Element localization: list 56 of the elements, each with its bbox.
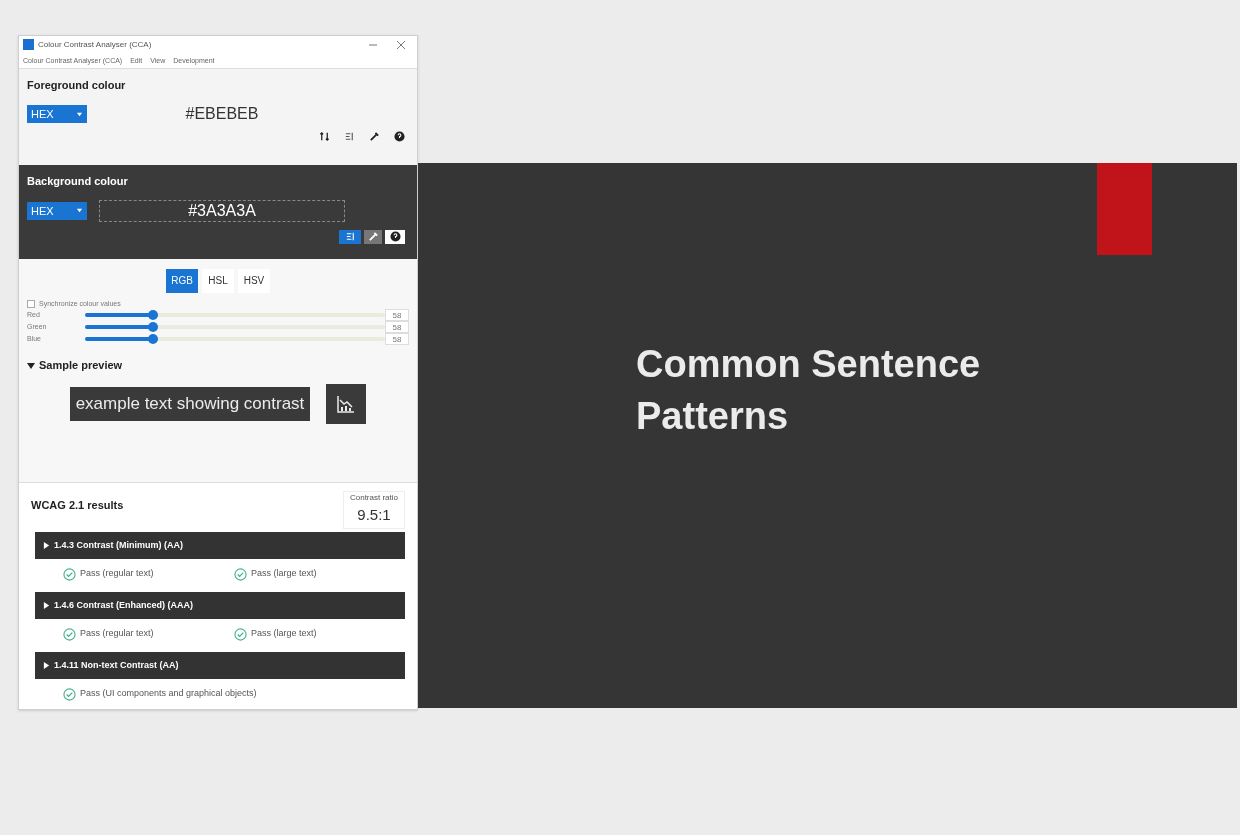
slider-track[interactable] <box>85 325 385 330</box>
slide-title: Common Sentence Patterns <box>636 342 982 439</box>
criterion-title: 1.4.6 Contrast (Enhanced) (AAA) <box>54 598 194 612</box>
result-label: Pass (regular text) <box>80 567 154 581</box>
sample-text: example text showing contrast <box>69 386 311 421</box>
chart-button[interactable] <box>326 383 367 424</box>
sliders-button[interactable] <box>339 229 361 244</box>
result-label: Pass (regular text) <box>80 627 154 641</box>
slider-thumb[interactable] <box>148 310 159 321</box>
eyedropper-button[interactable] <box>364 229 382 244</box>
number-field[interactable]: 58 <box>385 321 409 334</box>
ratio-label: Contrast ratio <box>349 491 398 504</box>
criterion-title: 1.4.3 Contrast (Minimum) (AA) <box>54 538 183 552</box>
slider-thumb[interactable] <box>148 322 159 333</box>
section-title: Background colour <box>27 174 129 190</box>
help-icon[interactable] <box>394 131 405 143</box>
slider-track[interactable] <box>85 313 385 318</box>
criterion-title: 1.4.11 Non-text Contrast (AA) <box>54 658 179 672</box>
caret-icon <box>76 207 83 215</box>
tab[interactable]: HSL <box>202 268 234 293</box>
sliders-icon[interactable] <box>344 131 355 143</box>
section-title: WCAG 2.1 results <box>31 497 124 513</box>
result-label: Pass (large text) <box>251 627 317 641</box>
number-field[interactable]: 58 <box>385 309 409 322</box>
number-field[interactable]: 58 <box>385 333 409 346</box>
help-button[interactable] <box>385 229 405 244</box>
result-label: Pass (large text) <box>251 567 317 581</box>
tab[interactable]: HSV <box>238 268 270 293</box>
format-dropdown[interactable]: HEX <box>27 201 87 220</box>
criterion-header[interactable]: 1.4.3 Contrast (Minimum) (AA) <box>35 532 405 559</box>
section-title: Foreground colour <box>27 77 127 93</box>
checkbox[interactable] <box>27 300 35 308</box>
expand-icon <box>43 602 50 609</box>
ratio-value: 9.5:1 <box>357 504 391 525</box>
swap-icon[interactable] <box>319 131 330 143</box>
slider-track[interactable] <box>85 337 385 342</box>
eyedropper-icon <box>367 231 379 243</box>
close-icon[interactable] <box>397 40 405 49</box>
format-dropdown[interactable]: HEX <box>27 105 87 124</box>
result-label: Pass (UI components and graphical objects) <box>80 687 257 701</box>
hex-field[interactable]: #EBEBEB <box>99 103 345 126</box>
sliders-icon <box>344 231 356 243</box>
chart-icon <box>336 393 357 414</box>
expand-icon <box>43 662 50 669</box>
eyedropper-icon[interactable] <box>369 131 380 143</box>
criterion-header[interactable]: 1.4.6 Contrast (Enhanced) (AAA) <box>35 592 405 619</box>
expand-icon <box>43 542 50 549</box>
caret-icon <box>76 110 83 118</box>
window-title: Colour Contrast Analyser (CCA) <box>38 38 153 51</box>
slider-thumb[interactable] <box>148 334 159 345</box>
criterion-header[interactable]: 1.4.11 Non-text Contrast (AA) <box>35 652 405 679</box>
hex-field[interactable]: #3A3A3A <box>99 199 345 222</box>
disclosure-icon[interactable] <box>27 361 35 370</box>
tab[interactable]: RGB <box>166 268 198 293</box>
section-title: Sample preview <box>39 358 123 374</box>
app-icon <box>23 39 34 51</box>
